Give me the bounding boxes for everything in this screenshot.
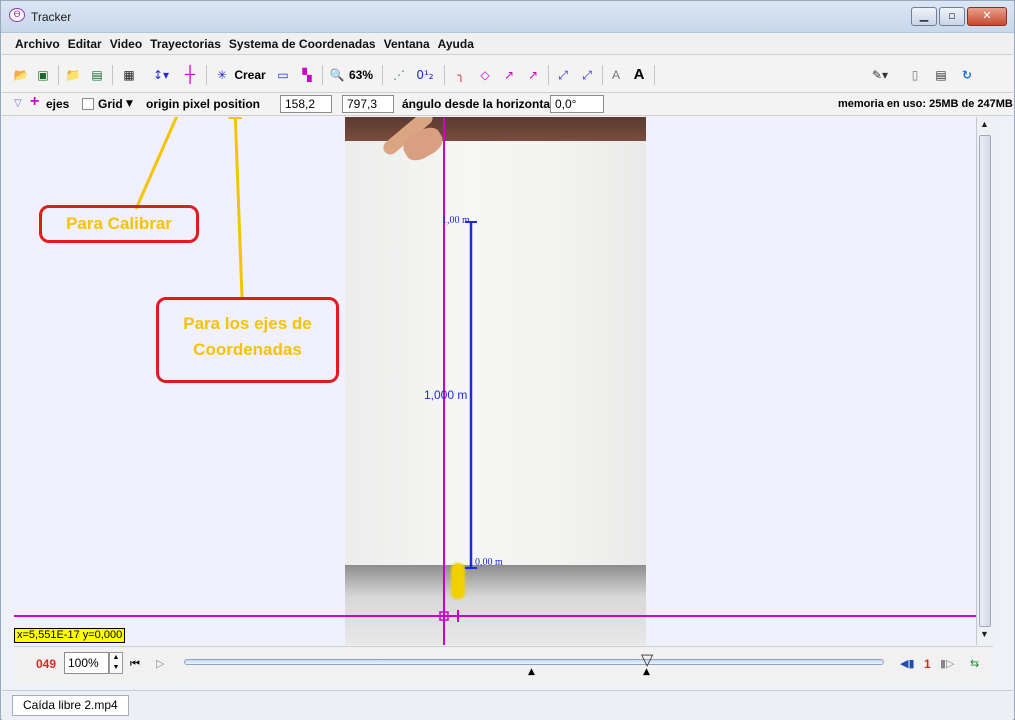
toolbar-separator (654, 65, 655, 85)
save-project-icon[interactable]: ▤ (88, 66, 106, 84)
axes-toolbar: ▽ + ejes Grid ▼ origin pixel position 15… (2, 93, 1013, 116)
coordinate-readout: x=5,551E-17 y=0,000 (14, 628, 126, 643)
calibration-length-label[interactable]: 1,000 m (424, 388, 467, 402)
calibrate-callout: Para Calibrar (39, 205, 199, 243)
go-to-start-icon[interactable]: ⏮ (130, 657, 140, 671)
step-forward-icon[interactable]: ▮▷ (940, 657, 955, 670)
refresh-icon[interactable]: ↻ (958, 66, 976, 84)
step-size[interactable]: 1 (924, 657, 931, 671)
scroll-down-icon[interactable]: ▼ (980, 629, 989, 639)
clip-settings-icon[interactable]: ▦ (120, 66, 138, 84)
axes-callout-line1: Para los ejes de (183, 314, 312, 333)
acceleration-vector-icon[interactable]: ↗ (524, 66, 542, 84)
font-larger-icon[interactable]: A (630, 66, 648, 84)
calibration-tools-icon[interactable]: ↕▾ (146, 66, 176, 84)
vector-sum-icon[interactable]: ⤢ (554, 66, 572, 84)
minimize-button[interactable]: ▁ (911, 7, 937, 26)
zoom-icon[interactable]: 🔍 (328, 66, 346, 84)
collapse-triangle-icon[interactable]: ▽ (14, 98, 22, 109)
vertical-scrollbar[interactable]: ▲ ▼ (976, 117, 993, 645)
toolbar-separator (602, 65, 603, 85)
tab-video-file[interactable]: Caída libre 2.mp4 (12, 695, 129, 716)
loop-icon[interactable]: ⇆ (970, 657, 979, 670)
main-toolbar: 📂 ▣ 📁 ▤ ▦ ↕▾ ┼ ✳ Crear ▭ ▚ 🔍 63% ⋰ 0¹₂ ╮… (2, 57, 1013, 93)
player-zoom-field[interactable]: 100% (64, 652, 109, 674)
end-frame-marker-icon[interactable]: ▲ (643, 667, 650, 677)
origin-label: origin pixel position (146, 97, 260, 111)
maximize-button[interactable]: ▫ (939, 7, 965, 26)
close-button[interactable]: ✕ (967, 7, 1007, 26)
toolbar-separator (58, 65, 59, 85)
menu-coordenadas[interactable]: Systema de Coordenadas (229, 37, 376, 51)
app-window: ϴ Tracker ▁ ▫ ✕ Archivo Editar Video Tra… (0, 0, 1015, 720)
player-bar: 049 100% ▲ ▼ ⏮ ▷ ▲ ▽ ▲ ◀▮ 1 ▮▷ ⇆ (14, 646, 993, 683)
velocity-vector-icon[interactable]: ↗ (500, 66, 518, 84)
angle-field[interactable]: 0,0° (550, 95, 604, 113)
tab-bar: Caída libre 2.mp4 (2, 690, 1013, 720)
font-smaller-icon[interactable]: A (608, 66, 624, 84)
menu-trayectorias[interactable]: Trayectorias (150, 37, 221, 51)
tracker-logo-icon: ϴ (9, 8, 25, 22)
toolbar-separator (322, 65, 323, 85)
menu-ventana[interactable]: Ventana (384, 37, 430, 51)
drawing-pencil-icon[interactable]: ✎▾ (868, 66, 892, 84)
info-icon[interactable]: ▤ (932, 66, 950, 84)
trace-icon[interactable]: ⋰ (390, 66, 408, 84)
menu-ayuda[interactable]: Ayuda (438, 37, 474, 51)
angle-label: ángulo desde la horizontal (402, 97, 554, 111)
create-track-button[interactable]: Crear (232, 66, 268, 84)
toolbar-separator (112, 65, 113, 85)
grid-label[interactable]: Grid (98, 97, 123, 111)
position-marker-icon[interactable]: ◇ (476, 66, 494, 84)
calibrate-arrow (134, 117, 179, 210)
step-back-icon[interactable]: ◀▮ (900, 657, 915, 670)
origin-y-field[interactable]: 797,3 (342, 95, 394, 113)
axes-label[interactable]: ejes (46, 97, 69, 111)
coordinate-axes-icon[interactable]: ┼ (180, 66, 200, 84)
toolbar-separator (382, 65, 383, 85)
create-track-icon[interactable]: ✳ (214, 66, 230, 84)
menu-bar: Archivo Editar Video Trayectorias System… (2, 33, 1013, 55)
path-icon[interactable]: ╮ (452, 66, 470, 84)
start-frame-marker-icon[interactable]: ▲ (528, 667, 535, 677)
scroll-up-icon[interactable]: ▲ (980, 119, 989, 129)
play-icon[interactable]: ▷ (156, 657, 164, 670)
origin-x-field[interactable]: 158,2 (280, 95, 332, 113)
open-folder-icon[interactable]: 📂 (12, 66, 30, 84)
toolbar-separator (444, 65, 445, 85)
toolbar-separator (206, 65, 207, 85)
calibration-top-label[interactable]: 1,00 m (442, 215, 470, 226)
position-labels-button[interactable]: 0¹₂ (412, 66, 438, 84)
calibration-bottom-label[interactable]: 0,00 m (475, 557, 503, 568)
momentum-icon[interactable]: ⤢ (578, 66, 596, 84)
calibrate-callout-text: Para Calibrar (66, 214, 172, 233)
axes-callout: Para los ejes de Coordenadas (156, 297, 339, 383)
open-project-icon[interactable]: 📁 (64, 66, 82, 84)
window-title: Tracker (31, 10, 72, 24)
frame-number[interactable]: 049 (36, 657, 56, 671)
menu-archivo[interactable]: Archivo (15, 37, 60, 51)
grid-checkbox[interactable] (82, 98, 94, 110)
title-bar: ϴ Tracker ▁ ▫ ✕ (1, 1, 1014, 33)
zoom-spinner[interactable]: ▲ ▼ (109, 652, 123, 674)
axes-plus-icon: + (30, 93, 40, 110)
axes-callout-line2: Coordenadas (193, 340, 302, 359)
video-viewport[interactable]: 1,00 m 1,000 m 0,00 m Para Calibrar Para… (14, 117, 976, 645)
toolbar-separator (548, 65, 549, 85)
video-filter-icon[interactable]: ▭ (274, 66, 292, 84)
menu-editar[interactable]: Editar (68, 37, 102, 51)
axes-arrow (233, 117, 244, 298)
scrollbar-thumb[interactable] (979, 135, 991, 627)
track-control-icon[interactable]: ▚ (298, 66, 316, 84)
save-icon[interactable]: ▣ (34, 66, 52, 84)
notes-icon[interactable]: ▯ (906, 66, 924, 84)
frame-slider[interactable] (184, 659, 884, 665)
memory-status: memoria en uso: 25MB de 247MB (838, 98, 1013, 110)
axes-arrow-head (228, 117, 242, 119)
grid-dropdown-icon[interactable]: ▼ (126, 99, 133, 109)
zoom-level[interactable]: 63% (346, 66, 376, 84)
menu-video[interactable]: Video (110, 37, 142, 51)
